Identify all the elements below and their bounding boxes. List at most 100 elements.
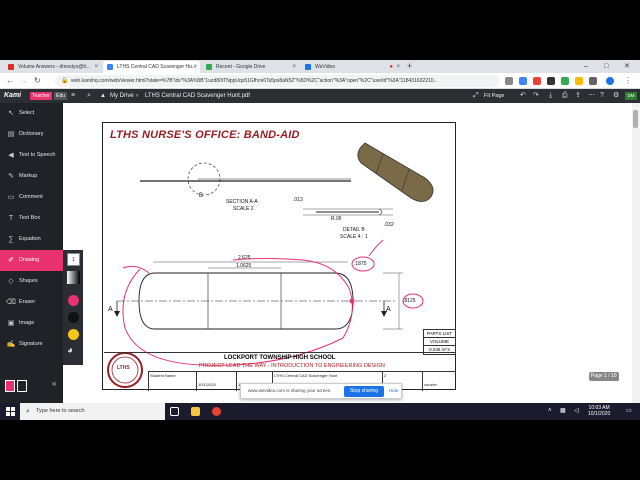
dim-032: .032 [384, 222, 394, 228]
tool-shapes[interactable]: ◇ Shapes [0, 271, 63, 292]
tool-text-to-speech[interactable]: ◀ Text to Speech [0, 145, 63, 166]
minimize-button[interactable]: – [584, 60, 588, 73]
chrome-icon[interactable] [212, 407, 221, 416]
maximize-button[interactable]: □ [604, 60, 608, 73]
student-name-cell: Student Name [148, 372, 196, 391]
more-icon[interactable]: ⋯ [588, 89, 595, 103]
tool-label: Select [19, 110, 35, 116]
tool-label: Markup [19, 173, 38, 179]
extension-icon[interactable] [519, 77, 527, 85]
search-icon: ⌕ [26, 408, 30, 415]
back-button[interactable]: ← [6, 75, 14, 87]
cursor-icon: ↖ [8, 110, 14, 117]
fit-page-button[interactable]: Fit Page [484, 89, 504, 103]
tab-google-drive[interactable]: Recent - Google Drive × [202, 61, 299, 73]
panel-toggle-icon[interactable] [17, 380, 27, 392]
close-icon[interactable]: × [396, 61, 400, 73]
avatar[interactable]: DM [625, 92, 637, 100]
redo-icon[interactable]: ↷ [533, 89, 539, 103]
print-icon[interactable]: ⎙ [562, 89, 568, 103]
undo-icon[interactable]: ↶ [520, 89, 526, 103]
eraser-icon: ⌫ [6, 299, 16, 306]
extension-icon[interactable] [547, 77, 555, 85]
collapse-icon[interactable]: « [52, 379, 56, 388]
wevideo-icon [305, 64, 311, 70]
chevron-up-icon[interactable]: ˄ [548, 403, 552, 420]
new-tab-button[interactable]: + [407, 60, 412, 73]
task-view-icon[interactable] [170, 407, 179, 416]
bookmark-icon[interactable] [505, 77, 513, 85]
page-indicator[interactable]: Page 1 / 10 [589, 372, 619, 381]
gradient-swatch[interactable] [67, 271, 80, 284]
tool-eraser[interactable]: ⌫ Eraser [0, 292, 63, 313]
shapes-icon: ◇ [8, 278, 14, 285]
stroke-size-select[interactable]: 1 [67, 253, 80, 266]
close-window-button[interactable]: ✕ [624, 60, 630, 73]
tool-sidebar: ↖ Select ▤ Dictionary ◀ Text to Speech ✎ Mar… [0, 103, 63, 403]
desktop-screen: Volume Answers - dmostyo@lt... × LTHS Ce… [0, 0, 640, 480]
tool-drawing[interactable]: ✐ Drawing [0, 250, 63, 271]
tool-text-box[interactable]: T Text Box [0, 208, 63, 229]
tool-equation[interactable]: ∑ Equation [0, 229, 63, 250]
hide-button[interactable]: Hide [389, 384, 398, 398]
menu-icon[interactable]: ⋮ [624, 75, 632, 87]
tab-volume-answers[interactable]: Volume Answers - dmostyo@lt... × [4, 61, 101, 73]
tool-label: Image [19, 320, 35, 326]
kami-logo: Kami [4, 92, 22, 99]
forward-button[interactable]: → [20, 75, 28, 87]
dim-r06: R.06 [331, 216, 342, 222]
extension-icon[interactable] [575, 77, 583, 85]
share-icon[interactable]: ⇪ [575, 89, 581, 103]
windows-taskbar: ⌕ Type here to search ˄ ▦ ◁ 10:03 AM 10/… [0, 403, 640, 420]
breadcrumb-separator: › [136, 93, 138, 99]
stop-sharing-button[interactable]: Stop sharing [344, 386, 384, 397]
kami-toolbar: Kami Teacher Edu ≡ ⌕ ▲ My Drive › LTHS C… [0, 89, 640, 103]
search-icon[interactable]: ⌕ [87, 89, 91, 103]
close-icon[interactable]: × [292, 61, 296, 73]
color-yellow[interactable] [68, 329, 79, 340]
color-black[interactable] [68, 312, 79, 323]
vertical-scrollbar[interactable] [632, 103, 640, 403]
download-icon[interactable]: ⤓ [549, 89, 552, 103]
equation-icon: ∑ [8, 236, 14, 243]
tab-wevideo[interactable]: WeVideo ● × [301, 61, 403, 73]
sidebar-toggle-icon[interactable] [5, 380, 15, 392]
tool-label: Equation [19, 236, 41, 242]
url-field[interactable]: 🔒 web.kamihq.com/web/viewer.html?state=%… [55, 75, 500, 87]
taskbar-search[interactable]: ⌕ Type here to search [20, 403, 165, 420]
tab-cad-scavenger-hunt[interactable]: LTHS Central CAD Scavenger Hu... × [103, 61, 200, 73]
profile-avatar[interactable] [606, 77, 614, 85]
taskbar-clock[interactable]: 10:03 AM 10/1/2020 [588, 405, 610, 417]
color-pink[interactable] [68, 295, 79, 306]
breadcrumb-root[interactable]: My Drive [110, 89, 134, 103]
network-icon[interactable]: ▦ [560, 403, 566, 420]
extension-icon[interactable] [589, 77, 597, 85]
extension-icon[interactable] [533, 77, 541, 85]
extension-icon[interactable] [561, 77, 569, 85]
scrollbar-thumb[interactable] [633, 110, 638, 128]
drive-icon [206, 64, 212, 70]
tool-markup[interactable]: ✎ Markup [0, 166, 63, 187]
band-aid-render [357, 142, 434, 202]
tool-select[interactable]: ↖ Select [0, 103, 63, 124]
file-explorer-icon[interactable] [191, 407, 200, 416]
settings-icon[interactable]: ⚙ [613, 89, 619, 103]
kami-icon [107, 64, 113, 70]
tool-dictionary[interactable]: ▤ Dictionary [0, 124, 63, 145]
palette-icon[interactable]: ◕ [67, 345, 73, 356]
detail-label: DETAIL B [343, 227, 365, 233]
windows-start-icon[interactable] [6, 407, 15, 416]
close-icon[interactable]: × [94, 61, 98, 73]
close-icon[interactable]: × [193, 61, 197, 73]
tool-signature[interactable]: ✍ Signature [0, 334, 63, 355]
volume-icon[interactable]: ◁ [574, 403, 579, 420]
menu-icon[interactable]: ≡ [71, 89, 75, 103]
file-name[interactable]: LTHS Central CAD Scavenger Hunt.pdf [145, 89, 250, 103]
notification-icon[interactable]: ▭ [626, 403, 632, 420]
tool-image[interactable]: ▣ Image [0, 313, 63, 334]
tab-strip: Volume Answers - dmostyo@lt... × LTHS Ce… [0, 60, 640, 73]
tab-label: LTHS Central CAD Scavenger Hu... [117, 64, 197, 70]
tool-comment[interactable]: ▭ Comment [0, 187, 63, 208]
help-icon[interactable]: ? [600, 89, 604, 103]
reload-button[interactable]: ↻ [34, 75, 41, 87]
